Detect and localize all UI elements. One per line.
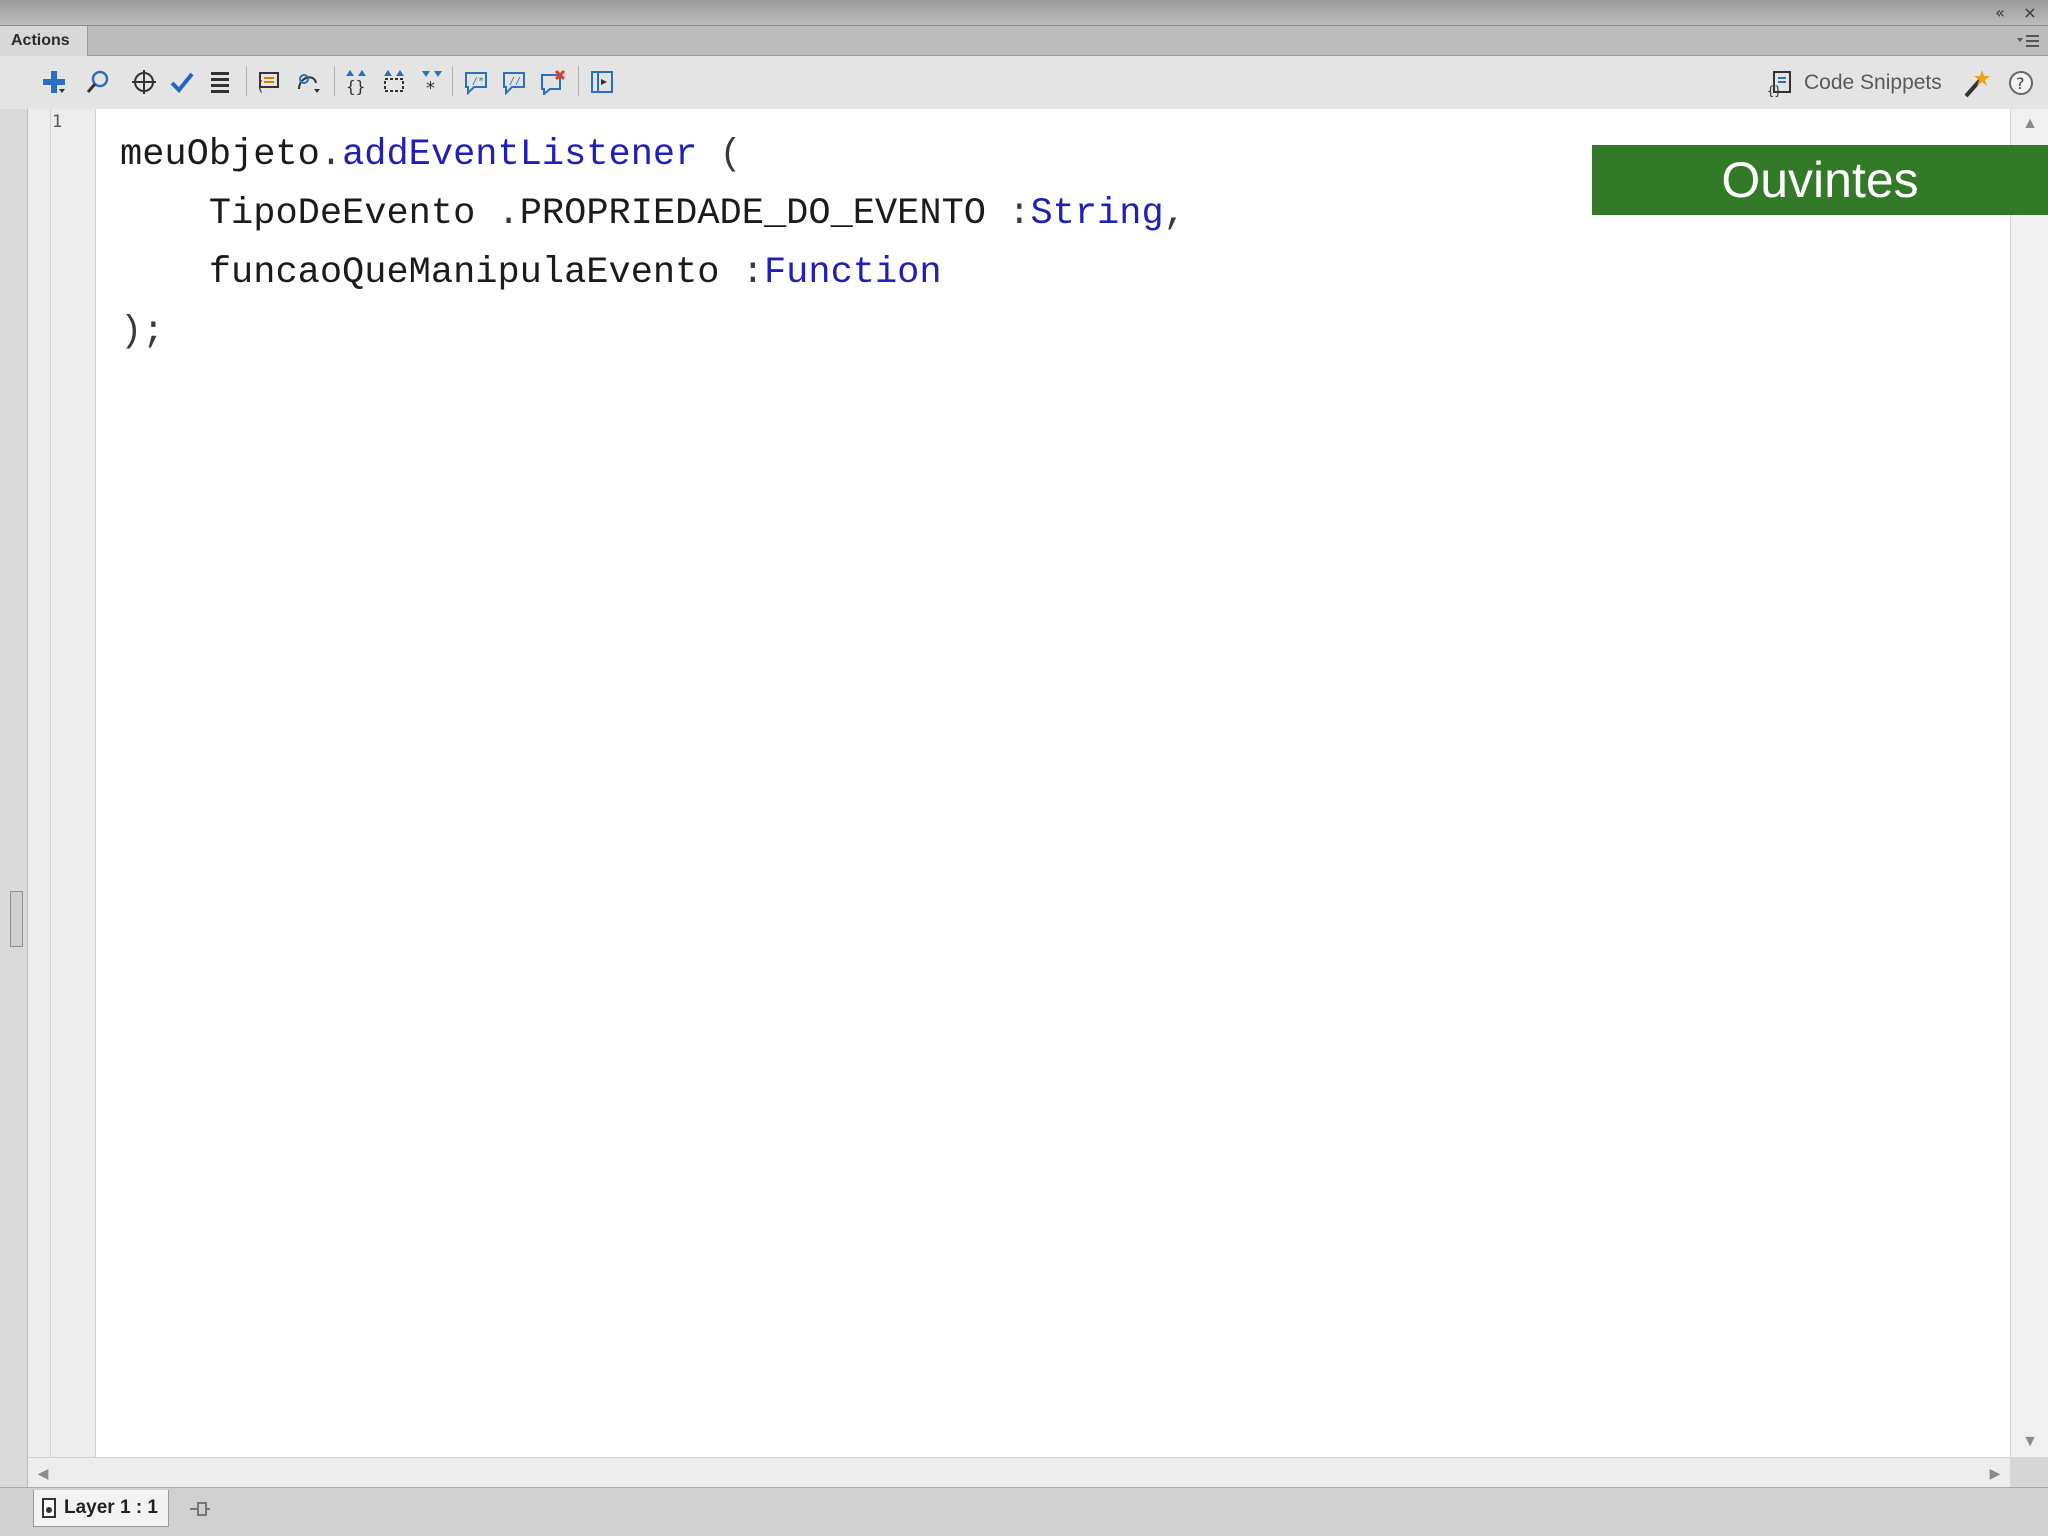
collapse-selection-icon[interactable] [378, 66, 410, 98]
vertical-scrollbar[interactable]: ▲ ▼ [2010, 109, 2048, 1457]
line-number: 1 [52, 112, 63, 132]
scroll-up-arrow-icon[interactable]: ▲ [2011, 109, 2048, 139]
add-script-item-icon[interactable] [38, 66, 70, 98]
remove-comment-icon[interactable] [536, 66, 568, 98]
pin-script-icon[interactable] [188, 1497, 212, 1521]
auto-format-icon[interactable] [204, 66, 236, 98]
toolbar-separator [334, 66, 335, 96]
code-token-comma: , [1163, 193, 1186, 235]
code-token-event-class: TipoDeEvento [208, 193, 476, 235]
code-token-handler-param: funcaoQueManipulaEvento [208, 252, 720, 294]
horizontal-scrollbar[interactable]: ◀ ▶ [28, 1457, 2010, 1487]
left-collapse-strip [0, 109, 28, 1494]
apply-block-comment-icon[interactable]: /* [460, 66, 492, 98]
code-token-method: addEventListener [342, 134, 698, 176]
layer-label: Layer 1 : 1 [64, 1497, 158, 1518]
svg-text:{}: {} [346, 77, 365, 95]
svg-text:(: ( [256, 79, 264, 95]
find-icon[interactable] [82, 66, 114, 98]
close-icon[interactable]: × [2020, 3, 2040, 23]
apply-line-comment-icon[interactable]: // [498, 66, 530, 98]
line-number-gutter [28, 109, 96, 1457]
toolbar-separator [578, 66, 579, 96]
code-token-close: ); [120, 311, 165, 353]
status-bar: Layer 1 : 1 [0, 1487, 2048, 1536]
debug-options-icon[interactable] [292, 66, 324, 98]
insert-target-path-icon[interactable] [128, 66, 160, 98]
toolbar-separator [452, 66, 453, 96]
scroll-left-arrow-icon[interactable]: ◀ [28, 1458, 58, 1488]
svg-text:?: ? [2016, 74, 2025, 93]
svg-text:{}: {} [1767, 84, 1781, 97]
svg-text:/*: /* [472, 76, 484, 87]
show-hide-toolbox-icon[interactable] [586, 66, 618, 98]
code-snippets-label: Code Snippets [1804, 71, 1942, 94]
code-token-type-function: Function [763, 252, 942, 294]
code-token-colon: : [741, 252, 764, 294]
panel-menu-icon[interactable] [2014, 30, 2042, 52]
expand-all-icon[interactable]: * [416, 66, 448, 98]
help-icon[interactable]: ? [2008, 70, 2034, 96]
check-syntax-icon[interactable] [166, 66, 198, 98]
panel-title-bar: « × [0, 0, 2048, 26]
wizard-wand-icon[interactable] [1960, 68, 1992, 100]
code-token-event-property: PROPRIEDADE_DO_EVENTO [519, 193, 986, 235]
code-block[interactable]: meuObjeto.addEventListener ( TipoDeEvent… [120, 126, 1186, 362]
svg-text://: // [509, 76, 521, 87]
collapse-between-braces-icon[interactable]: {} [340, 66, 372, 98]
overlay-title: Ouvintes [1592, 145, 2048, 215]
layer-tab[interactable]: Layer 1 : 1 [33, 1490, 169, 1527]
code-token-colon: : [1008, 193, 1031, 235]
gutter-divider [50, 109, 51, 1457]
panel-tab-row: Actions [0, 26, 2048, 56]
code-token-dot: . [319, 134, 343, 176]
toolbar-separator [246, 66, 247, 96]
scroll-right-arrow-icon[interactable]: ▶ [1980, 1458, 2010, 1488]
code-snippets-icon: {} [1767, 71, 1791, 97]
layer-script-icon [42, 1498, 56, 1518]
svg-text:*: * [426, 78, 435, 95]
scroll-down-arrow-icon[interactable]: ▼ [2011, 1427, 2048, 1457]
code-token-open-paren: ( [719, 134, 742, 176]
code-token-dot: . [497, 193, 520, 235]
code-token-type-string: String [1030, 193, 1164, 235]
collapse-panel-icon[interactable]: « [1990, 3, 2010, 23]
code-token-object: meuObjeto [120, 134, 320, 176]
toolbox-collapse-handle[interactable] [10, 891, 23, 947]
show-code-hint-icon[interactable]: ( [252, 66, 284, 98]
code-snippets-button[interactable]: {} Code Snippets [1766, 67, 1942, 99]
tab-actions[interactable]: Actions [0, 26, 88, 56]
